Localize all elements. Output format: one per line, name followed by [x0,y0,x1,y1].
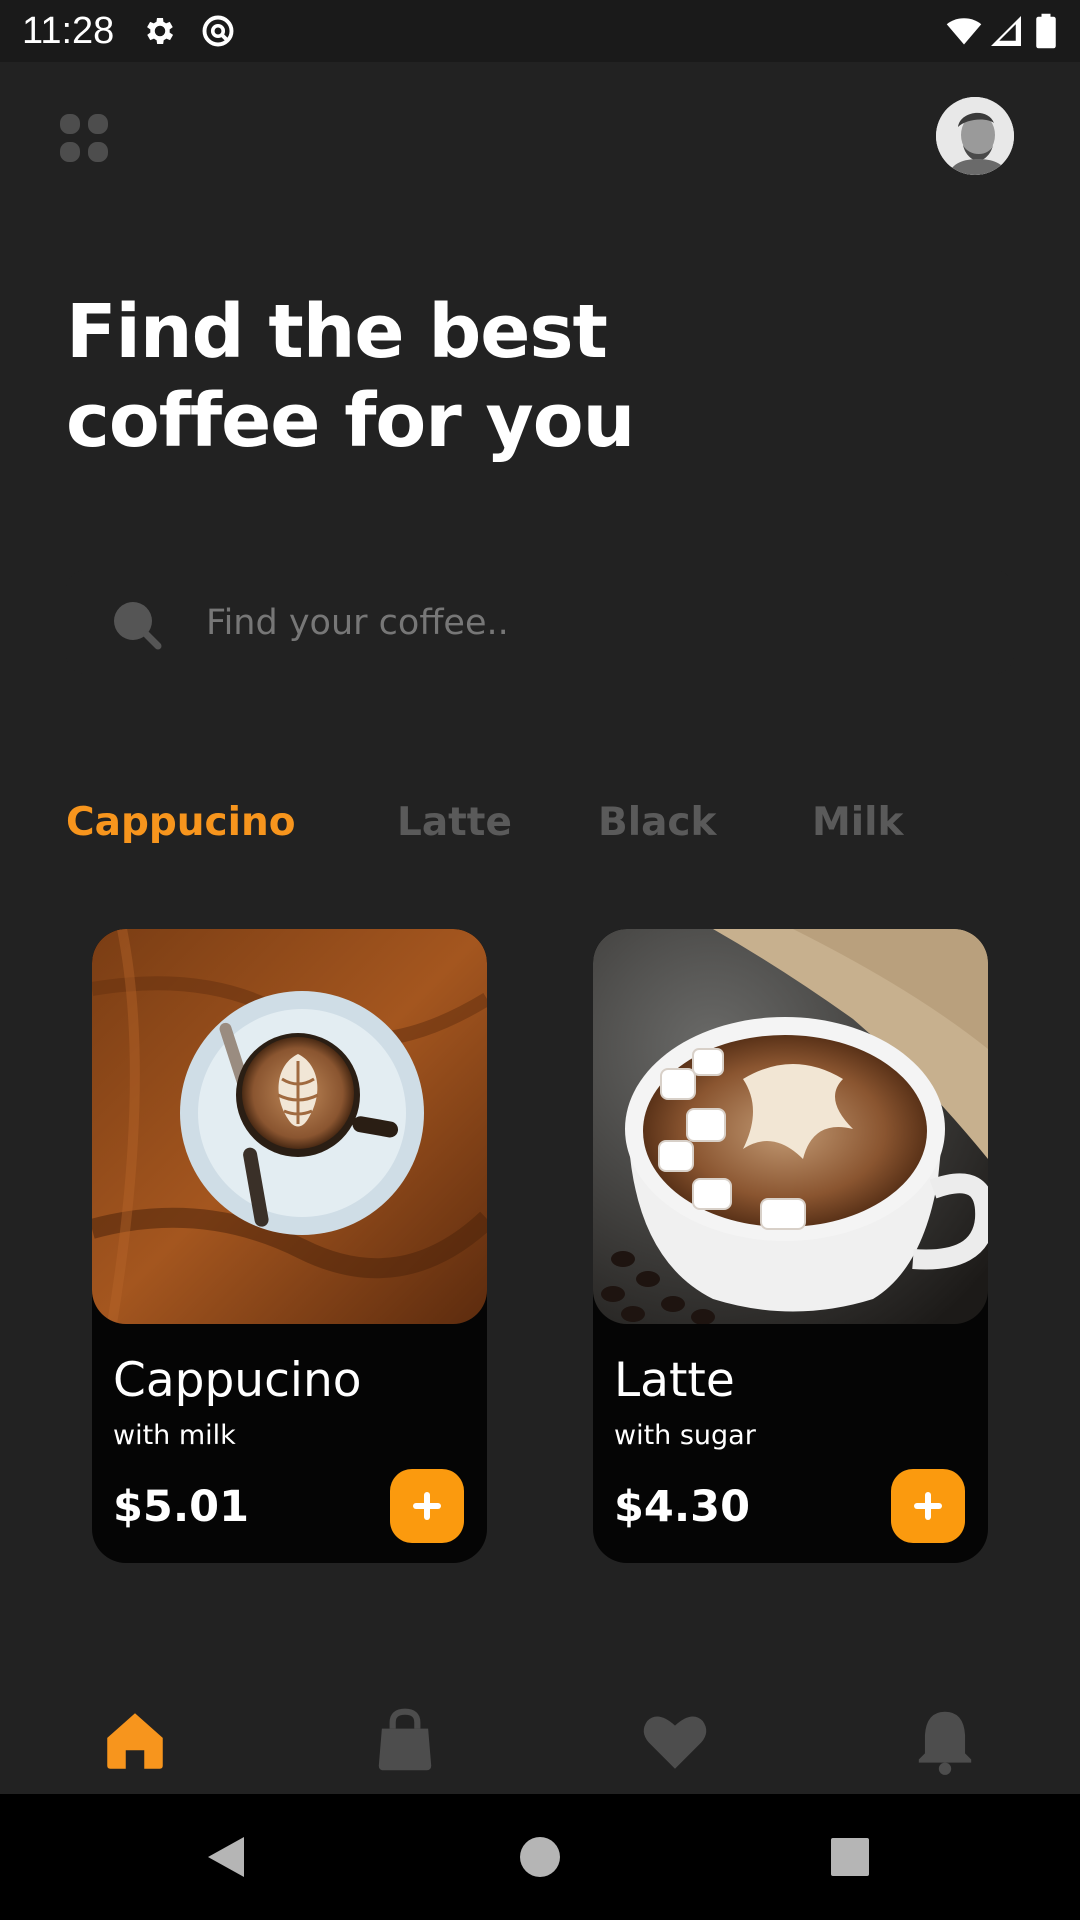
recents-icon[interactable] [820,1827,880,1887]
plus-icon [413,1492,441,1520]
app-screen: 11:28 Find the best coffee for you Find … [0,0,1080,1920]
product-price: $5.01 [113,1482,250,1532]
product-subtitle: with milk [113,1420,236,1451]
tab-milk[interactable]: Milk [812,800,903,845]
user-avatar[interactable] [936,97,1014,175]
heart-icon[interactable] [638,1704,712,1778]
search-input[interactable] [206,600,906,646]
product-subtitle: with sugar [614,1420,756,1451]
battery-icon [1036,13,1056,49]
settings-icon [147,17,174,45]
product-image [92,929,487,1324]
search-bar[interactable] [66,570,1014,674]
page-title: Find the best coffee for you [66,288,766,466]
bag-icon[interactable] [368,1704,442,1778]
cell-signal-icon [991,16,1021,46]
product-image [593,929,988,1324]
add-to-cart-button[interactable] [390,1469,464,1543]
category-tabs: Cappucino Latte Black Milk [66,800,1026,860]
status-time: 11:28 [22,10,115,52]
avatar-photo [936,97,1014,175]
product-name: Cappucino [113,1353,362,1408]
status-bar: 11:28 [0,0,1080,62]
system-nav-bar [0,1794,1080,1920]
bell-icon[interactable] [908,1704,982,1778]
tab-cappucino[interactable]: Cappucino [66,800,296,845]
grid-menu-icon[interactable] [58,112,110,164]
back-icon[interactable] [196,1827,256,1887]
title-line-2: coffee for you [66,378,635,464]
product-price: $4.30 [614,1482,751,1532]
wifi-icon [946,18,982,45]
product-card[interactable]: Latte with sugar $4.30 [593,929,988,1563]
search-icon [114,602,162,650]
title-line-1: Find the best [66,289,608,375]
tab-black[interactable]: Black [598,800,716,845]
product-card[interactable]: Cappucino with milk $5.01 [92,929,487,1563]
plus-icon [914,1492,942,1520]
product-name: Latte [614,1353,735,1408]
home-icon[interactable] [98,1704,172,1778]
add-to-cart-button[interactable] [891,1469,965,1543]
cappuccino-photo [92,929,487,1324]
tab-latte[interactable]: Latte [397,800,512,845]
home-circle-icon[interactable] [510,1827,570,1887]
sync-icon [202,15,234,47]
bottom-nav [0,1690,1080,1794]
latte-photo [593,929,988,1324]
